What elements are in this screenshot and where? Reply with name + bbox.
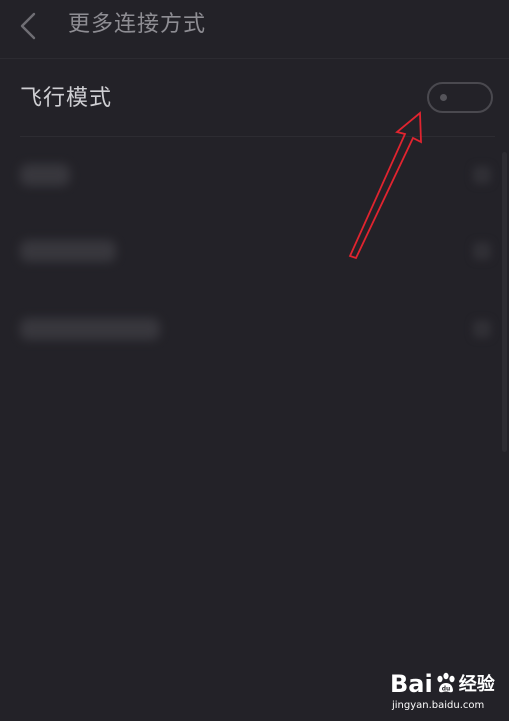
blurred-label	[20, 240, 116, 262]
scrollbar[interactable]	[502, 152, 507, 452]
airplane-mode-label: 飞行模式	[20, 86, 113, 111]
toggle-knob	[440, 94, 447, 101]
list-item[interactable]	[20, 146, 495, 206]
chevron-right-icon	[473, 166, 491, 184]
page-title: 更多连接方式	[68, 12, 207, 37]
blurred-label	[20, 318, 160, 340]
list-item[interactable]	[20, 222, 495, 282]
watermark-url: jingyan.baidu.com	[392, 700, 485, 711]
blurred-label	[20, 164, 70, 186]
app-header: 更多连接方式	[0, 0, 509, 59]
watermark-brand: Bai du 经验	[390, 670, 495, 698]
chevron-right-icon	[473, 242, 491, 260]
chevron-left-icon	[20, 12, 36, 40]
svg-text:du: du	[441, 686, 450, 693]
airplane-mode-row[interactable]: 飞行模式	[20, 68, 495, 137]
paw-icon: du	[437, 672, 455, 693]
back-button[interactable]	[14, 8, 48, 44]
list-item[interactable]	[20, 300, 495, 360]
baidu-jingyan-watermark: Bai du 经验 jingyan.baidu.com	[386, 662, 502, 718]
airplane-mode-toggle[interactable]	[427, 82, 493, 113]
chevron-right-icon	[473, 320, 491, 338]
